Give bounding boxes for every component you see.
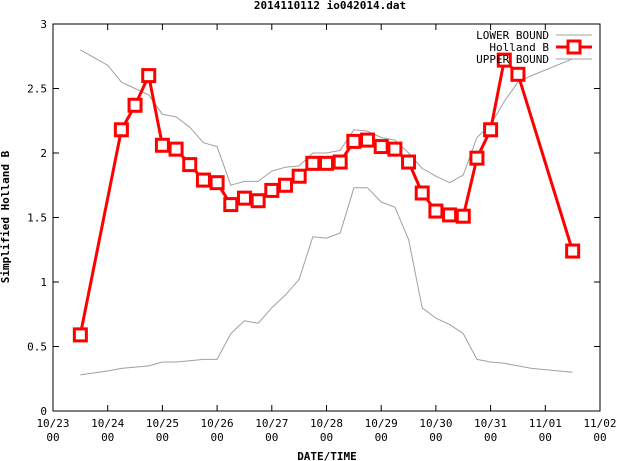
x-tick-label-hour: 00 [156, 431, 169, 444]
holland-b-point [127, 97, 143, 113]
x-tick-label-hour: 00 [320, 431, 333, 444]
holland-b-point [113, 122, 129, 138]
x-tick-label-date: 11/02 [583, 417, 616, 430]
holland-b-point [72, 327, 88, 343]
x-tick-label-date: 10/27 [255, 417, 288, 430]
holland-b-point [236, 190, 252, 206]
x-tick-label-date: 10/25 [146, 417, 179, 430]
holland-b-point [565, 243, 581, 259]
chart: 2014110112 io042014.dat 00.511.522.53 10… [0, 0, 617, 461]
holland-b-point [319, 155, 334, 171]
x-axis-label: DATE/TIME [297, 450, 357, 461]
holland-b-point [209, 175, 225, 191]
holland-b-point [305, 155, 321, 171]
legend-marker [566, 39, 582, 55]
x-tick-label-date: 10/31 [474, 417, 507, 430]
series-layer [72, 49, 581, 376]
holland-b-point [195, 172, 211, 188]
holland-b-point [455, 208, 471, 224]
holland-b-point [442, 207, 458, 223]
y-tick-label: 0.5 [27, 341, 47, 354]
holland-b-point [332, 154, 348, 170]
holland-b-point [373, 139, 389, 155]
holland-b-point [223, 197, 239, 213]
x-tick-label-hour: 00 [429, 431, 442, 444]
y-tick-label: 2 [40, 147, 47, 160]
holland-b-point [154, 137, 170, 153]
y-tick-label: 1.5 [27, 212, 47, 225]
holland-b-point [414, 185, 430, 201]
x-tick-label-hour: 00 [46, 431, 59, 444]
x-tick-label-hour: 00 [484, 431, 497, 444]
holland-b-point [277, 177, 293, 193]
holland-b-line [78, 58, 575, 336]
holland-b-point [141, 68, 157, 84]
x-tick-label-hour: 00 [101, 431, 114, 444]
chart-title: 2014110112 io042014.dat [254, 0, 406, 12]
legend-label: UPPER BOUND [476, 53, 549, 66]
holland-b-point [291, 168, 307, 184]
x-tick-label-date: 10/23 [36, 417, 69, 430]
holland-b-point [182, 157, 198, 173]
legend: LOWER BOUND Holland B UPPER BOUND [476, 29, 592, 66]
holland-b-point [360, 132, 376, 148]
x-tick-label-date: 10/28 [310, 417, 343, 430]
holland-b-point [469, 150, 485, 166]
x-tick-label-date: 11/01 [529, 417, 562, 430]
y-tick-label: 2.5 [27, 83, 47, 96]
legend-item-upper-bound: UPPER BOUND [476, 53, 592, 66]
x-tick-label-hour: 00 [210, 431, 223, 444]
y-axis-label: Simplified Holland B [0, 150, 12, 283]
holland-b-point [510, 66, 526, 82]
x-tick-label-hour: 00 [265, 431, 278, 444]
x-tick-label-date: 10/29 [365, 417, 398, 430]
holland-b-point [264, 182, 280, 198]
x-tick-label-date: 10/24 [91, 417, 124, 430]
holland-b-point [250, 193, 266, 209]
holland-b-point [346, 133, 362, 149]
x-tick-label-hour: 00 [539, 431, 552, 444]
x-tick-label-date: 10/26 [201, 417, 234, 430]
x-tick-label-date: 10/30 [419, 417, 452, 430]
y-tick-label: 1 [40, 276, 47, 289]
x-tick-label-hour: 00 [375, 431, 388, 444]
x-axis-ticks: 10/230010/240010/250010/260010/270010/28… [36, 24, 617, 444]
holland-b-point [483, 122, 499, 138]
holland-b-point [428, 203, 444, 219]
holland-b-point [401, 154, 417, 170]
lower-bound-line [80, 187, 573, 376]
y-tick-label: 3 [40, 18, 47, 31]
holland-b-point [168, 141, 184, 157]
holland-b-point [387, 141, 403, 157]
x-tick-label-hour: 00 [593, 431, 606, 444]
